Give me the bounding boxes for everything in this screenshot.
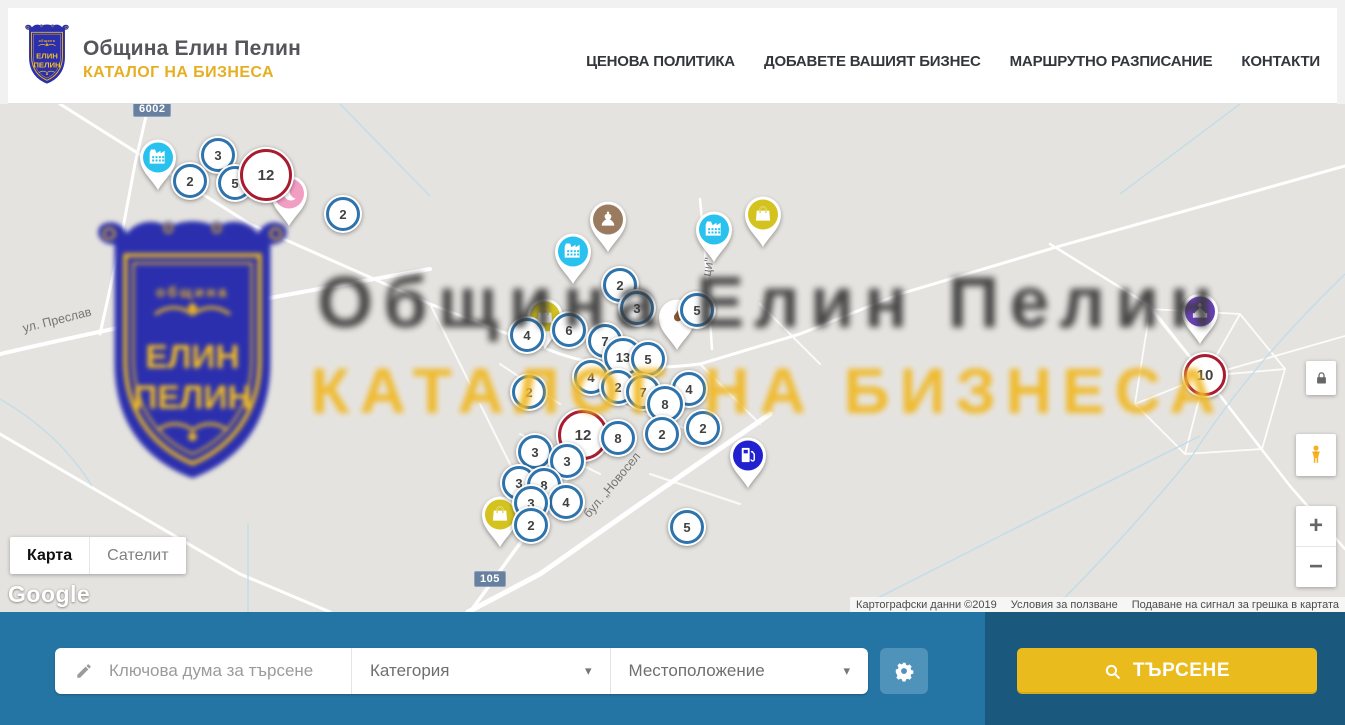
search-bar: Категория ▾ Местоположение ▾ ТЪРСЕНЕ <box>0 612 1345 725</box>
cluster-count: 10 <box>1184 354 1226 396</box>
lock-button[interactable] <box>1306 361 1336 395</box>
map-pin-fuel-pump[interactable] <box>727 435 769 489</box>
search-input-group: Категория ▾ Местоположение ▾ <box>55 648 868 694</box>
municipality-coat-of-arms-logo <box>22 23 72 88</box>
keyword-search-input[interactable] <box>107 660 351 682</box>
cluster-marker[interactable]: 2 <box>684 409 722 447</box>
cluster-marker[interactable]: 5 <box>629 340 667 378</box>
attribution-terms-link[interactable]: Условия за ползване <box>1011 599 1118 611</box>
cluster-marker[interactable]: 3 <box>618 289 656 327</box>
cluster-marker[interactable]: 12 <box>238 147 294 203</box>
main-nav: ЦЕНОВА ПОЛИТИКА ДОБАВЕТЕ ВАШИЯТ БИЗНЕС М… <box>586 53 1320 70</box>
cluster-count: 2 <box>326 197 360 231</box>
map-pin-factory[interactable] <box>693 209 735 263</box>
cluster-marker[interactable]: 2 <box>510 373 548 411</box>
cluster-count: 2 <box>512 375 546 409</box>
map-canvas[interactable]: ул. Преславбул. „Новоселци" 6002105 3251… <box>0 104 1345 612</box>
attribution-report-error-link[interactable]: Подаване на сигнал за грешка в картата <box>1132 599 1339 611</box>
cluster-marker[interactable]: 2 <box>512 506 550 544</box>
factory-icon <box>563 241 583 261</box>
search-button-panel: ТЪРСЕНЕ <box>985 612 1345 725</box>
cluster-count: 12 <box>240 149 292 201</box>
cluster-marker[interactable]: 10 <box>1182 352 1228 398</box>
zoom-out-button[interactable]: − <box>1296 546 1336 587</box>
pegman-icon <box>1305 442 1327 468</box>
worker-icon <box>598 209 618 229</box>
google-logo[interactable]: Google <box>8 581 90 608</box>
cluster-count: 2 <box>686 411 720 445</box>
factory-icon <box>148 147 168 167</box>
cluster-count: 5 <box>631 342 665 376</box>
gear-icon <box>893 660 915 682</box>
search-icon <box>1104 663 1121 680</box>
cluster-count: 2 <box>173 164 207 198</box>
cluster-count: 5 <box>670 510 704 544</box>
brand[interactable]: Община Елин Пелин КАТАЛОГ НА БИЗНЕСА <box>22 23 301 88</box>
road-number-badge: 6002 <box>133 104 171 117</box>
site-title: Община Елин Пелин <box>83 37 301 61</box>
nav-contacts[interactable]: КОНТАКТИ <box>1241 53 1320 70</box>
category-select[interactable]: Категория ▾ <box>351 648 610 694</box>
advanced-settings-button[interactable] <box>880 648 928 694</box>
search-button-label: ТЪРСЕНЕ <box>1133 660 1230 682</box>
cluster-marker[interactable]: 2 <box>643 415 681 453</box>
cluster-marker[interactable]: 2 <box>171 162 209 200</box>
pencil-icon <box>75 662 93 680</box>
nav-route-schedule[interactable]: МАРШРУТНО РАЗПИСАНИЕ <box>1010 53 1213 70</box>
map-type-satellite[interactable]: Сателит <box>89 537 185 574</box>
cluster-marker[interactable]: 2 <box>324 195 362 233</box>
cluster-marker[interactable]: 5 <box>668 508 706 546</box>
pegman-button[interactable] <box>1296 434 1336 476</box>
church-icon <box>1190 301 1210 321</box>
site-header: Община Елин Пелин КАТАЛОГ НА БИЗНЕСА ЦЕН… <box>8 8 1337 104</box>
shopping-bag-icon <box>490 504 510 524</box>
cluster-marker[interactable]: 4 <box>508 316 546 354</box>
map-type-control: Карта Сателит <box>10 537 186 574</box>
map-pin-factory[interactable] <box>552 231 594 285</box>
location-select-label: Местоположение <box>629 661 765 681</box>
chevron-down-icon: ▾ <box>843 663 850 679</box>
zoom-control: + − <box>1296 506 1336 587</box>
nav-pricing-policy[interactable]: ЦЕНОВА ПОЛИТИКА <box>586 53 735 70</box>
location-select[interactable]: Местоположение ▾ <box>610 648 869 694</box>
cluster-count: 2 <box>514 508 548 542</box>
search-button[interactable]: ТЪРСЕНЕ <box>1017 648 1317 694</box>
site-subtitle: КАТАЛОГ НА БИЗНЕСА <box>83 64 301 82</box>
map-attribution: Картографски данни ©2019 Условия за полз… <box>850 597 1345 612</box>
chevron-down-icon: ▾ <box>585 663 592 679</box>
shopping-bag-icon <box>753 204 773 224</box>
fuel-pump-icon <box>738 445 758 465</box>
road-number-badge: 105 <box>474 571 506 587</box>
zoom-in-button[interactable]: + <box>1296 506 1336 546</box>
map-pin-church[interactable] <box>1179 291 1221 345</box>
nav-add-your-business[interactable]: ДОБАВЕТЕ ВАШИЯТ БИЗНЕС <box>764 53 981 70</box>
cluster-count: 2 <box>645 417 679 451</box>
cluster-marker[interactable]: 8 <box>599 419 637 457</box>
category-select-label: Категория <box>370 661 449 681</box>
lock-icon <box>1314 371 1329 386</box>
cluster-count: 5 <box>680 293 714 327</box>
attribution-copyright: Картографски данни ©2019 <box>856 599 997 611</box>
cluster-count: 8 <box>601 421 635 455</box>
factory-icon <box>704 219 724 239</box>
map-type-map[interactable]: Карта <box>10 537 89 574</box>
cluster-marker[interactable]: 6 <box>550 311 588 349</box>
cluster-count: 3 <box>620 291 654 325</box>
map-pin-shopping-bag[interactable] <box>742 194 784 248</box>
cluster-count: 4 <box>549 485 583 519</box>
keyword-segment <box>55 648 351 694</box>
cluster-count: 6 <box>552 313 586 347</box>
cluster-count: 4 <box>510 318 544 352</box>
cluster-marker[interactable]: 5 <box>678 291 716 329</box>
cluster-marker[interactable]: 4 <box>547 483 585 521</box>
